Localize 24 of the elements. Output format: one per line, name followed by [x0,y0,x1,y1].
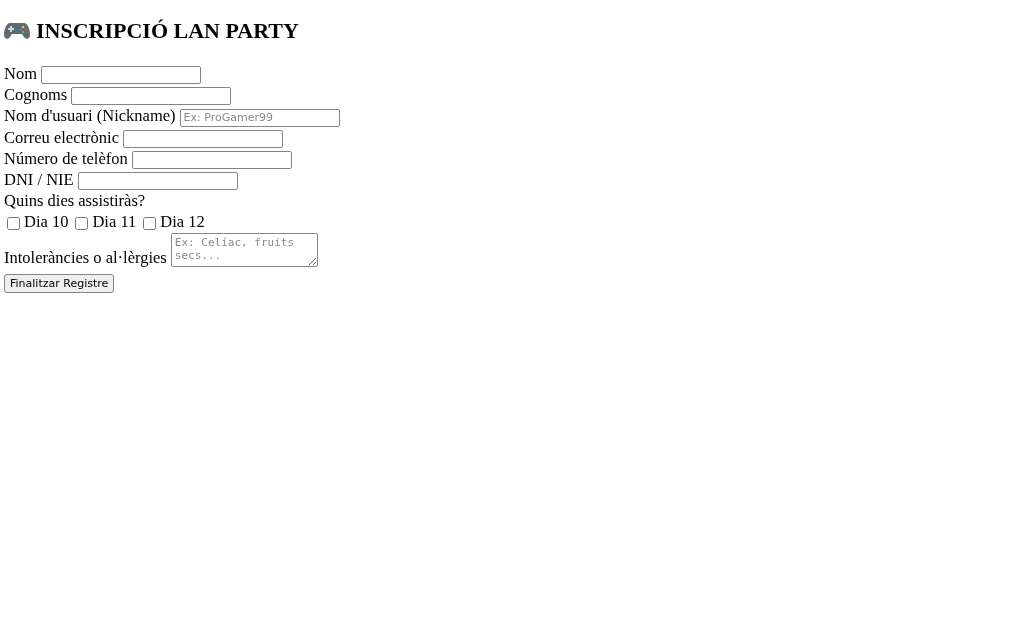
input-field[interactable] [131,151,292,170]
field-label: Cognoms [4,85,68,105]
field-label: Nom [4,64,37,83]
question-label: Quins dies assistiràs? [4,191,146,211]
submit-button[interactable]: Finalitzar Registre [4,274,115,294]
input-field[interactable] [71,87,232,106]
textarea-field[interactable]: Ex: Celíac, fruits secs... [170,233,318,268]
input-field[interactable] [77,172,238,191]
field-label: Número de telèfon [4,148,128,168]
checkbox-label: Dia 12 [160,212,205,232]
field-label: Intoleràncies o al·lèrgies [4,247,167,269]
input-field[interactable]: Ex: ProGamer99 [179,108,340,127]
checkbox[interactable] [75,217,89,231]
gamepad-icon [4,22,30,40]
page-title: INSCRIPCIÓ LAN PARTY [36,18,299,44]
field-label: DNI / NIE [4,170,74,190]
checkbox-label: Dia 10 [24,212,69,232]
input-field[interactable] [41,66,201,85]
input-field[interactable] [123,129,283,148]
field-label: Nom d'usuari (Nickname) [4,106,176,126]
checkbox[interactable] [143,217,157,231]
checkbox-label: Dia 11 [92,212,137,232]
checkbox[interactable] [7,217,20,231]
field-label: Correu electrònic [4,127,119,147]
